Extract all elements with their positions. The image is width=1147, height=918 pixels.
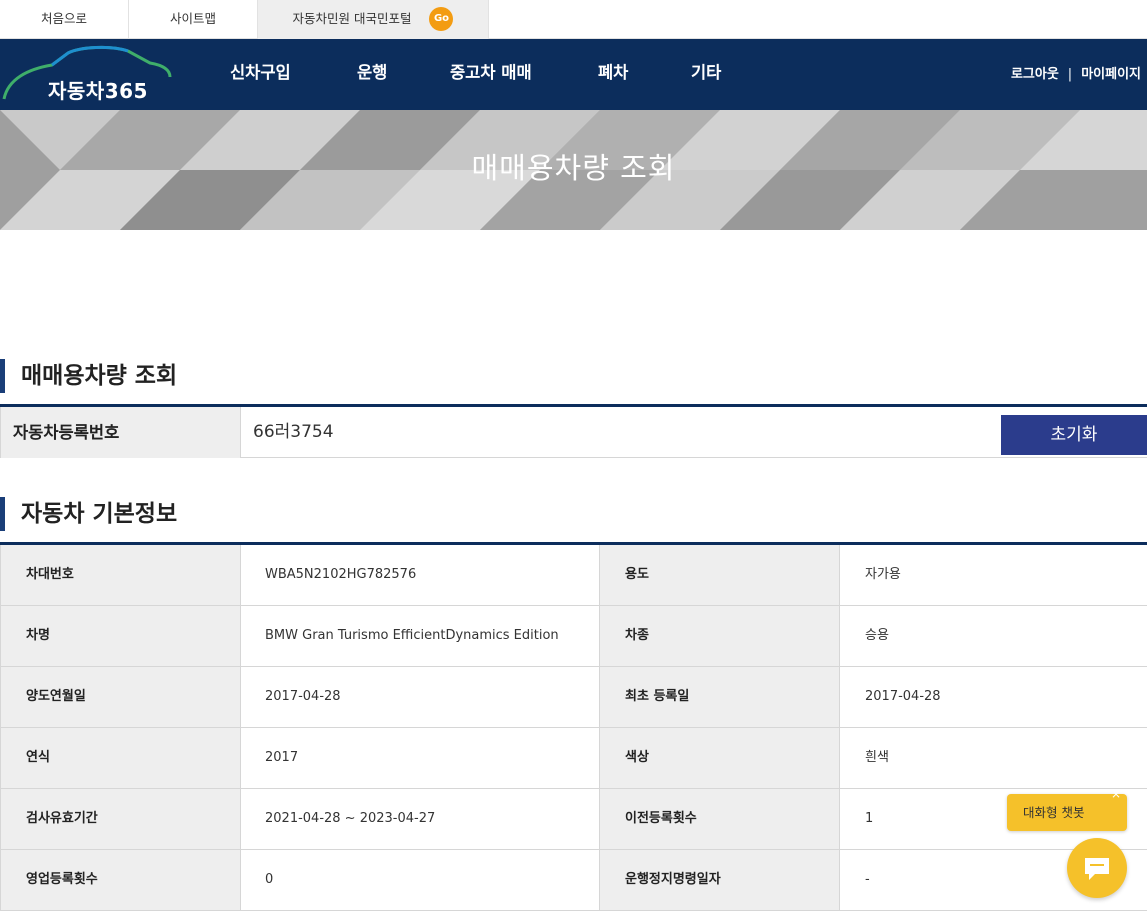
chatbot-button[interactable]: [1067, 838, 1127, 898]
business-registration-count-label: 영업등록횟수: [0, 850, 241, 910]
menu-scrap[interactable]: 폐차: [598, 39, 628, 110]
model-name-value: BMW Gran Turismo EfficientDynamics Editi…: [241, 606, 600, 666]
auth-links: 로그아웃 | 마이페이지: [1011, 39, 1141, 110]
transfer-count-label: 이전등록횟수: [600, 789, 840, 849]
vehicle-type-label: 차종: [600, 606, 840, 666]
logo[interactable]: 자동차365: [0, 39, 180, 110]
home-link[interactable]: 처음으로: [0, 0, 129, 39]
go-badge[interactable]: Go: [429, 6, 454, 31]
color-value: 흰색: [865, 750, 889, 765]
portal-link[interactable]: 자동차민원 대국민포털 Go: [258, 0, 489, 39]
table-row: 영업등록횟수 0 운행정지명령일자 -: [0, 850, 1147, 911]
usage-label: 용도: [600, 545, 840, 605]
inspection-period-label: 검사유효기간: [0, 789, 241, 849]
utility-bar: 처음으로 사이트맵 자동차민원 대국민포털 Go: [0, 0, 1147, 39]
menu-used-car-trade[interactable]: 중고차 매매: [450, 39, 532, 110]
business-registration-count-value: 0: [241, 850, 600, 910]
menu-new-car[interactable]: 신차구입: [230, 39, 291, 110]
menu-etc[interactable]: 기타: [691, 39, 721, 110]
first-registration-label: 최초 등록일: [600, 667, 840, 727]
model-year-value: 2017: [241, 728, 600, 788]
transfer-date-value: 2017-04-28: [241, 667, 600, 727]
model-name-label: 차명: [0, 606, 241, 666]
logo-text: 자동차365: [48, 79, 148, 103]
inspection-period-value: 2021-04-28 ~ 2023-04-27: [241, 789, 600, 849]
chatbot-label: 대화형 챗봇: [1023, 805, 1085, 820]
registration-number-value: 66러3754: [253, 422, 334, 442]
vin-value: WBA5N2102HG782576: [241, 545, 600, 605]
model-year-label: 연식: [0, 728, 241, 788]
suspension-order-date-label: 운행정지명령일자: [600, 850, 840, 910]
search-table: 자동차등록번호 66러3754 초기화: [0, 404, 1147, 458]
page-banner: 매매용차량 조회: [0, 110, 1147, 230]
portal-link-label: 자동차민원 대국민포털: [292, 11, 412, 26]
menu-driving[interactable]: 운행: [357, 39, 387, 110]
table-row: 검사유효기간 2021-04-28 ~ 2023-04-27 이전등록횟수 1: [0, 789, 1147, 850]
close-icon[interactable]: ×: [1111, 784, 1121, 804]
vehicle-type-value: 승용: [865, 628, 889, 643]
registration-number-label: 자동차등록번호: [0, 407, 241, 458]
reset-button[interactable]: 초기화: [1001, 415, 1147, 455]
table-row: 차명 BMW Gran Turismo EfficientDynamics Ed…: [0, 606, 1147, 667]
chat-bubble-icon: [1085, 858, 1109, 880]
vehicle-info-table: 차대번호 WBA5N2102HG782576 용도 자가용 차명 BMW Gra…: [0, 542, 1147, 911]
auth-separator: |: [1067, 67, 1073, 82]
banner-title: 매매용차량 조회: [471, 151, 676, 185]
usage-value: 자가용: [865, 567, 901, 582]
vin-label: 차대번호: [0, 545, 241, 605]
chatbot-tooltip[interactable]: 대화형 챗봇 ×: [1007, 787, 1127, 831]
mypage-link[interactable]: 마이페이지: [1081, 67, 1141, 82]
logout-link[interactable]: 로그아웃: [1011, 67, 1059, 82]
transfer-date-label: 양도연월일: [0, 667, 241, 727]
table-row: 양도연월일 2017-04-28 최초 등록일 2017-04-28: [0, 667, 1147, 728]
table-row: 연식 2017 색상 흰색: [0, 728, 1147, 789]
table-row: 차대번호 WBA5N2102HG782576 용도 자가용: [0, 545, 1147, 606]
color-label: 색상: [600, 728, 840, 788]
search-section-title: 매매용차량 조회: [0, 359, 177, 393]
sitemap-link[interactable]: 사이트맵: [129, 0, 258, 39]
first-registration-value: 2017-04-28: [865, 689, 941, 704]
main-nav: 자동차365 신차구입 운행 중고차 매매 폐차 기타 로그아웃 | 마이페이지: [0, 39, 1147, 110]
info-section-title: 자동차 기본정보: [0, 497, 177, 531]
